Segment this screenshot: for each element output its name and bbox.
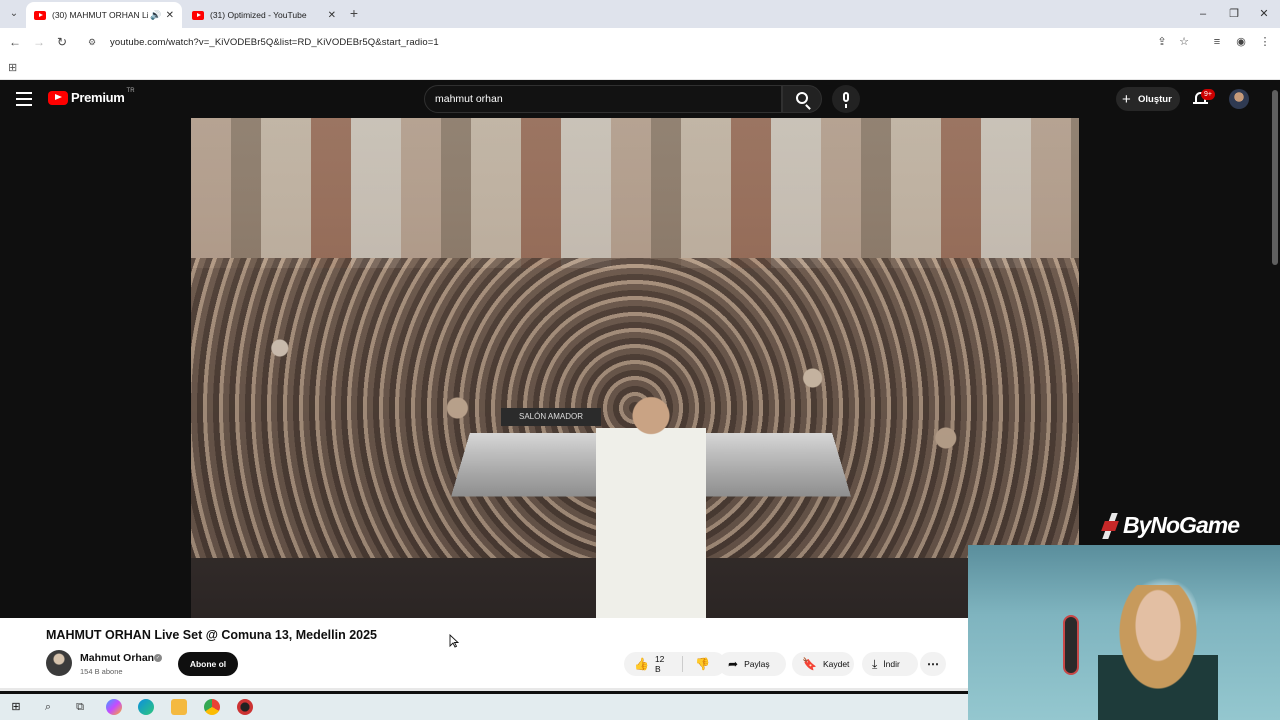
voice-search-button[interactable] bbox=[832, 85, 860, 113]
windows-taskbar: ⊞ ⌕ ⧉ bbox=[0, 694, 968, 720]
channel-avatar[interactable] bbox=[46, 650, 72, 676]
more-actions-button[interactable]: ⋯ bbox=[920, 652, 946, 676]
like-dislike-pill: 👍 12 B 👎 bbox=[624, 652, 726, 676]
plus-icon: + bbox=[1122, 90, 1131, 108]
microphone-icon bbox=[843, 92, 849, 108]
thumbs-up-icon[interactable]: 👍 bbox=[634, 658, 649, 670]
like-count[interactable]: 12 B bbox=[655, 654, 668, 674]
search-icon bbox=[796, 92, 808, 104]
forward-arrow-icon[interactable]: → bbox=[31, 34, 47, 50]
minimize-icon[interactable]: – bbox=[1195, 6, 1211, 22]
like-divider bbox=[682, 656, 684, 672]
edge-browser-icon[interactable] bbox=[138, 699, 154, 715]
scrollbar-thumb[interactable] bbox=[1272, 90, 1278, 265]
tab-search-chevron-icon[interactable]: ⌄ bbox=[6, 6, 22, 22]
download-label: İndir bbox=[883, 659, 900, 669]
logo-text: Premium bbox=[71, 90, 125, 105]
mouse-cursor-icon bbox=[449, 634, 459, 648]
windows-start-icon[interactable]: ⊞ bbox=[8, 699, 24, 715]
streamer-logo: ByNoGame bbox=[1097, 505, 1280, 545]
back-arrow-icon[interactable]: ← bbox=[7, 34, 23, 50]
save-label: Kaydet bbox=[822, 659, 850, 669]
bookmark-star-icon[interactable]: ☆ bbox=[1176, 34, 1192, 50]
video-frame-sign: SALÓN AMADOR bbox=[501, 408, 601, 426]
speaker-icon[interactable]: 🔊 bbox=[150, 10, 161, 21]
search-button[interactable] bbox=[782, 85, 822, 113]
youtube-favicon-icon bbox=[34, 10, 46, 20]
restore-icon[interactable]: ❐ bbox=[1226, 6, 1242, 22]
account-avatar[interactable] bbox=[1229, 89, 1249, 109]
channel-name[interactable]: Mahmut Orhan bbox=[80, 652, 154, 664]
webcam-streamer bbox=[1098, 585, 1218, 720]
streamer-brand-text: ByNoGame bbox=[1123, 511, 1240, 538]
address-field[interactable]: ⚙ youtube.com/watch?v=_KiVODEBr5Q&list=R… bbox=[80, 31, 1198, 53]
verified-badge-icon: ✓ bbox=[154, 654, 162, 662]
tab-optimized[interactable]: (31) Optimized - YouTube ✕ bbox=[184, 2, 344, 28]
close-tab-icon[interactable]: ✕ bbox=[328, 10, 336, 21]
download-icon: ⤓ bbox=[872, 657, 878, 671]
recording-app-icon[interactable] bbox=[237, 699, 253, 715]
webcam-feed bbox=[968, 545, 1280, 720]
share-button[interactable]: ➦ Paylaş bbox=[718, 652, 786, 676]
tab-mahmut-orhan[interactable]: (30) MAHMUT ORHAN Live Set @ Comuna 13, … bbox=[26, 2, 182, 28]
tab-title: (30) MAHMUT ORHAN Live Set @ Comuna 13, … bbox=[52, 10, 149, 20]
webcam-microphone bbox=[1063, 615, 1079, 675]
save-button[interactable]: 🔖 Kaydet bbox=[792, 652, 854, 676]
search-input[interactable] bbox=[424, 85, 782, 113]
tab-title: (31) Optimized - YouTube bbox=[210, 10, 307, 20]
more-dots-icon: ⋯ bbox=[927, 657, 939, 671]
apps-grid-icon[interactable]: ⊞ bbox=[8, 62, 20, 74]
bookmark-icon: 🔖 bbox=[802, 657, 817, 671]
url-text: youtube.com/watch?v=_KiVODEBr5Q&list=RD_… bbox=[110, 36, 439, 48]
video-frame-dj bbox=[596, 388, 706, 618]
brand-mark-icon bbox=[1099, 511, 1121, 539]
subscribe-button[interactable]: Abone ol bbox=[178, 652, 238, 676]
install-app-icon[interactable]: ⇪ bbox=[1154, 34, 1170, 50]
profile-icon[interactable]: ◉ bbox=[1233, 34, 1249, 50]
hamburger-menu-icon[interactable] bbox=[16, 92, 32, 106]
video-player[interactable]: SALÓN AMADOR bbox=[191, 118, 1079, 618]
new-tab-plus-icon[interactable]: + bbox=[346, 5, 362, 21]
task-view-icon[interactable]: ⧉ bbox=[72, 699, 88, 715]
kebab-menu-icon[interactable]: ⋮ bbox=[1257, 34, 1273, 50]
video-frame-buildings bbox=[191, 118, 1079, 268]
notification-count-badge: 9+ bbox=[1201, 89, 1215, 100]
share-label: Paylaş bbox=[744, 659, 770, 669]
page-scrollbar[interactable] bbox=[1270, 80, 1280, 505]
file-explorer-icon[interactable] bbox=[171, 699, 187, 715]
share-arrow-icon: ➦ bbox=[728, 657, 739, 671]
video-title: MAHMUT ORHAN Live Set @ Comuna 13, Medel… bbox=[46, 628, 377, 642]
site-info-icon[interactable]: ⚙ bbox=[88, 37, 102, 48]
youtube-premium-logo[interactable]: Premium TR bbox=[48, 87, 135, 105]
youtube-favicon-icon bbox=[192, 10, 204, 20]
create-label: Oluştur bbox=[1138, 93, 1172, 105]
bookmarks-bar: ⊞ bbox=[0, 56, 1280, 80]
media-controls-icon[interactable]: ≡ bbox=[1209, 34, 1225, 50]
youtube-play-logo-icon bbox=[48, 90, 68, 105]
browser-tabstrip: ⌄ (30) MAHMUT ORHAN Live Set @ Comuna 13… bbox=[0, 0, 1280, 28]
create-button[interactable]: + Oluştur bbox=[1116, 87, 1180, 111]
divider bbox=[0, 688, 968, 691]
address-bar-row: ← → ↻ ⚙ youtube.com/watch?v=_KiVODEBr5Q&… bbox=[0, 28, 1280, 56]
close-window-icon[interactable]: ✕ bbox=[1256, 6, 1272, 22]
thumbs-down-icon[interactable]: 👎 bbox=[695, 658, 710, 670]
reload-icon[interactable]: ↻ bbox=[54, 34, 70, 50]
copilot-icon[interactable] bbox=[106, 699, 122, 715]
close-tab-icon[interactable]: ✕ bbox=[166, 10, 174, 21]
logo-country-code: TR bbox=[126, 87, 135, 94]
chrome-browser-icon[interactable] bbox=[204, 699, 220, 715]
subscriber-count: 154 B abone bbox=[80, 667, 123, 676]
taskbar-search-icon[interactable]: ⌕ bbox=[40, 699, 56, 715]
youtube-masthead: Premium TR + Oluştur bbox=[0, 80, 1270, 118]
download-button[interactable]: ⤓ İndir bbox=[862, 652, 918, 676]
